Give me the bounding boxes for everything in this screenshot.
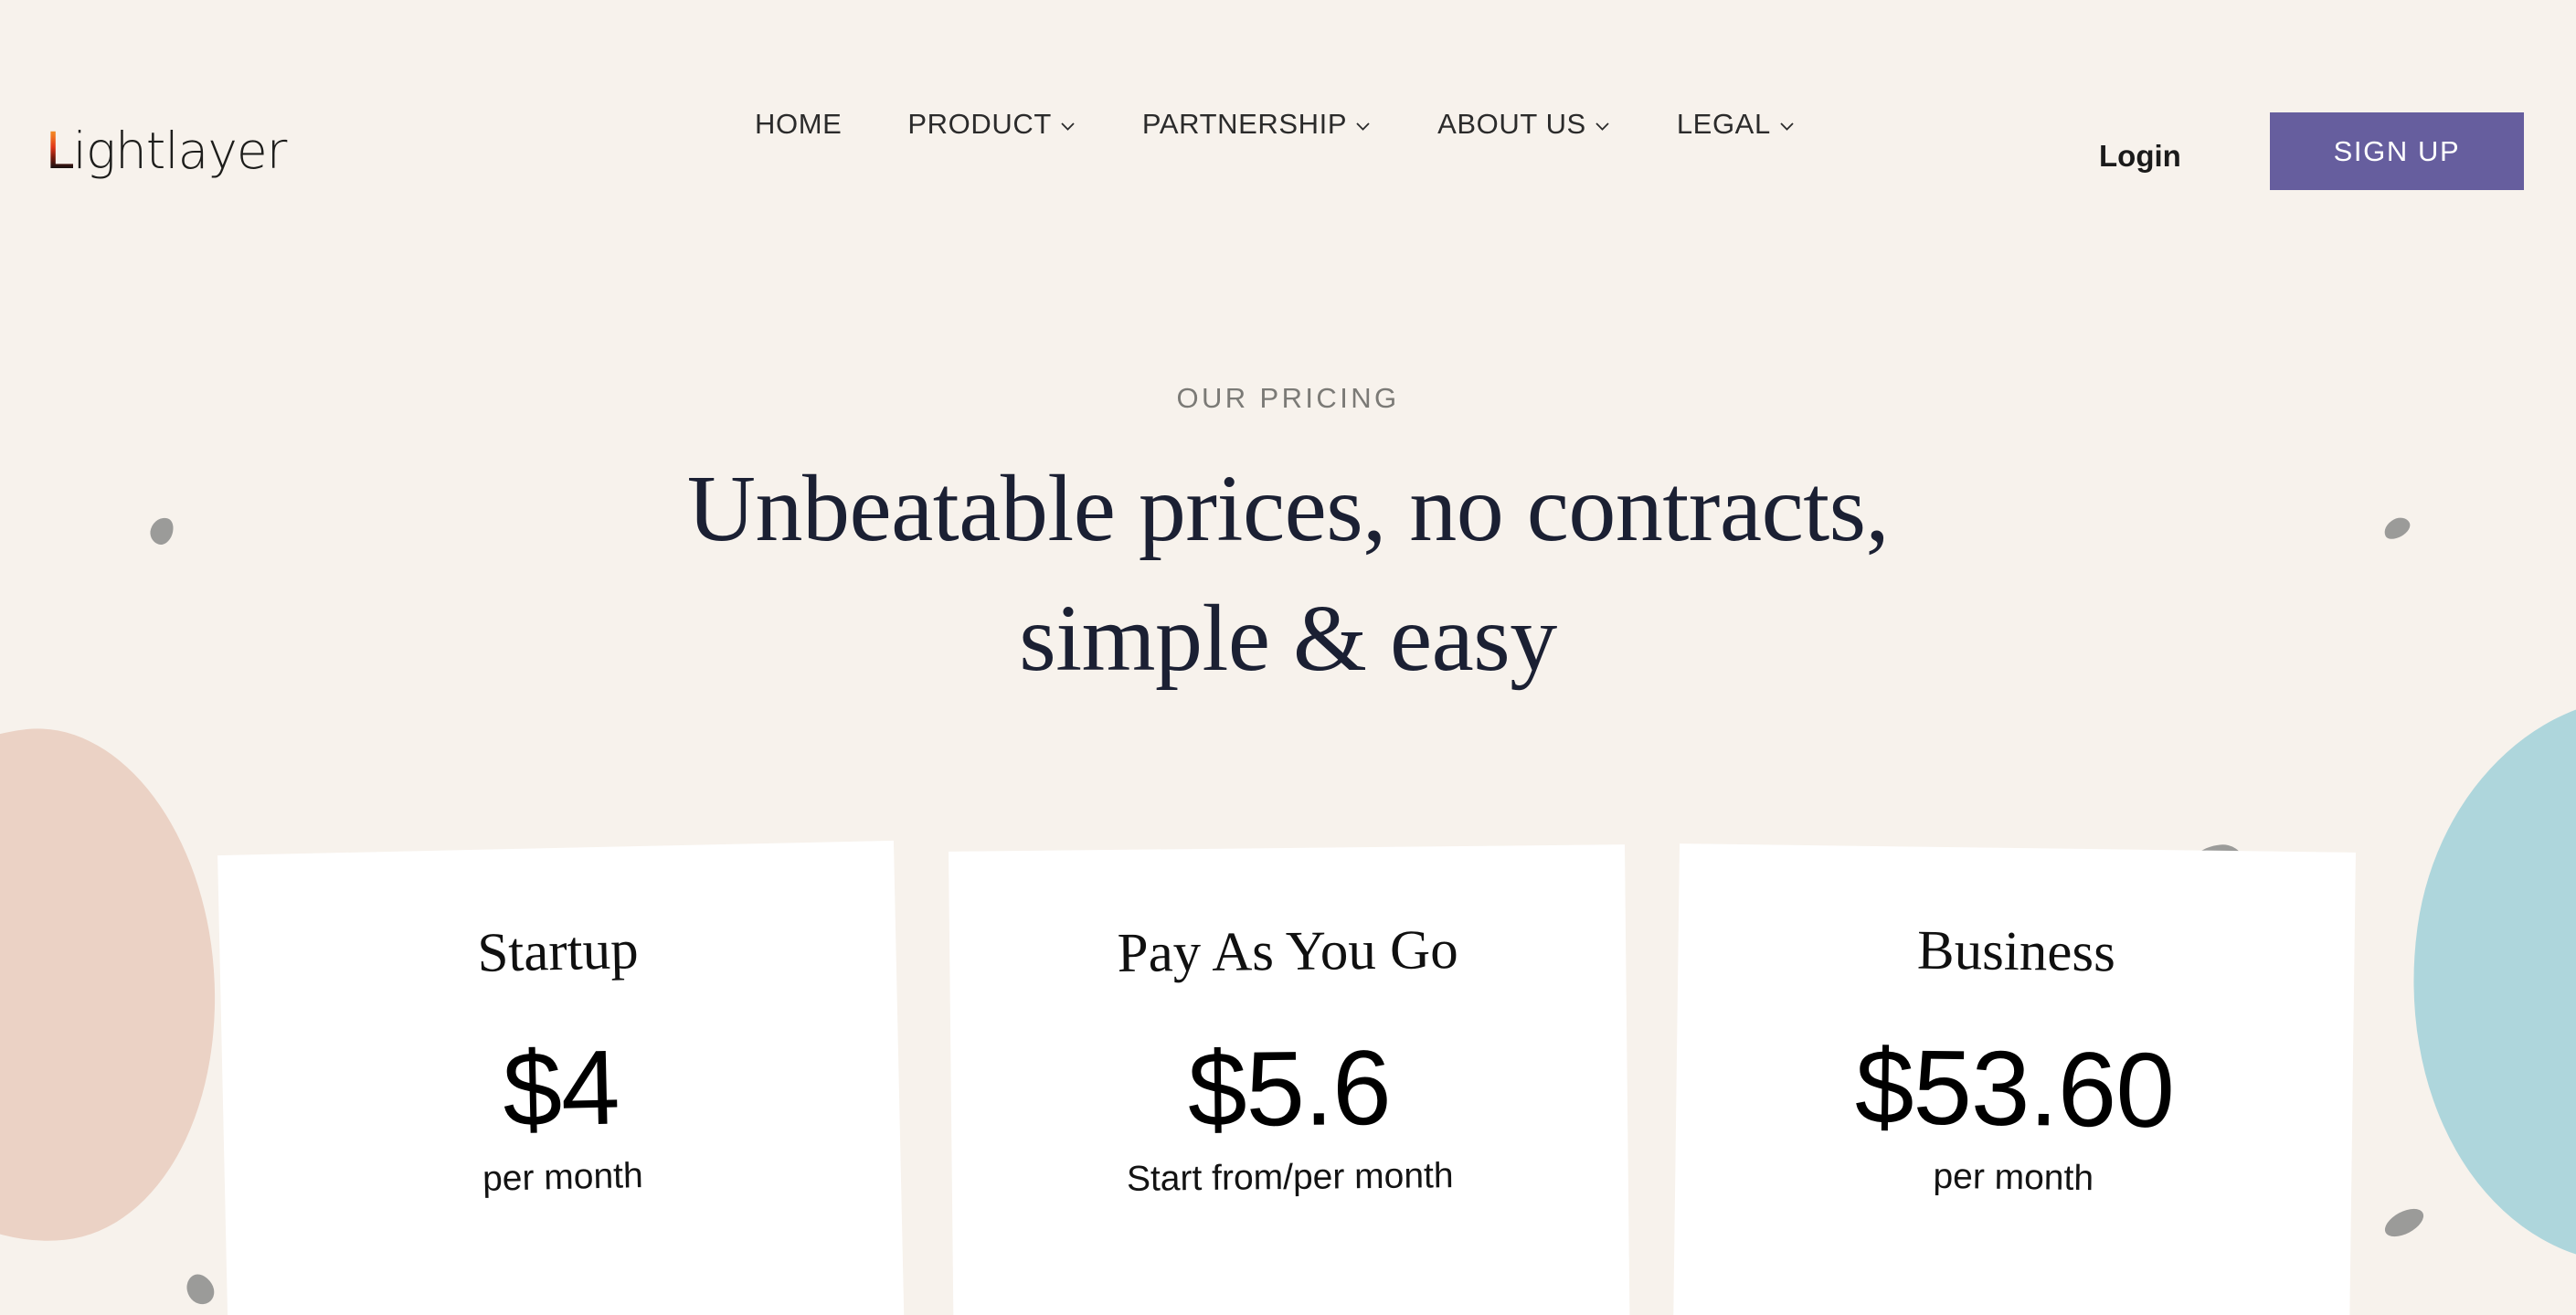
nav-item-product[interactable]: PRODUCT xyxy=(875,108,1108,141)
nav-item-legal[interactable]: LEGAL xyxy=(1644,108,1829,141)
pricing-card-period: Start from/per month xyxy=(1126,1155,1454,1199)
main-navigation: HOME PRODUCT PARTNERSHIP ABOUT US LEGAL xyxy=(722,108,1829,141)
pricing-card-price: $4 xyxy=(501,1027,620,1150)
chevron-down-icon xyxy=(1594,118,1611,135)
pricing-card-startup[interactable]: Startup $4 per month xyxy=(217,840,907,1315)
logo-gradient-letter: L xyxy=(46,122,74,180)
pricing-card-name: Pay As You Go xyxy=(1117,919,1458,984)
site-header: Lightlayer HOME PRODUCT PARTNERSHIP ABOU… xyxy=(0,0,2576,228)
sign-up-button[interactable]: SIGN UP xyxy=(2270,112,2524,190)
chevron-down-icon xyxy=(1059,118,1076,135)
login-link[interactable]: Login xyxy=(2099,139,2181,174)
nav-item-home[interactable]: HOME xyxy=(722,108,875,141)
nav-item-label: PRODUCT xyxy=(907,108,1052,140)
nav-item-label: PARTNERSHIP xyxy=(1141,108,1348,140)
pricing-card-period: per month xyxy=(1933,1156,2094,1199)
brand-logo[interactable]: Lightlayer xyxy=(46,122,288,180)
pricing-card-period: per month xyxy=(482,1155,644,1199)
nav-item-label: ABOUT US xyxy=(1437,108,1586,140)
nav-item-partnership[interactable]: PARTNERSHIP xyxy=(1109,108,1405,141)
nav-item-label: HOME xyxy=(755,108,843,140)
pricing-card-price: $5.6 xyxy=(1187,1027,1392,1150)
pricing-card-business[interactable]: Business $53.60 per month xyxy=(1671,843,2356,1315)
pricing-card-name: Business xyxy=(1916,919,2116,984)
pricing-card-name: Startup xyxy=(476,919,640,984)
nav-item-about-us[interactable]: ABOUT US xyxy=(1405,108,1644,141)
chevron-down-icon xyxy=(1354,118,1372,135)
pricing-page: Lightlayer HOME PRODUCT PARTNERSHIP ABOU… xyxy=(0,0,2576,1315)
pricing-card-pay-as-you-go[interactable]: Pay As You Go $5.6 Start from/per month xyxy=(949,844,1631,1315)
nav-item-label: LEGAL xyxy=(1676,108,1771,140)
logo-wordmark: ightlayer xyxy=(72,122,288,180)
pricing-card-price: $53.60 xyxy=(1854,1026,2175,1151)
chevron-down-icon xyxy=(1778,118,1796,135)
